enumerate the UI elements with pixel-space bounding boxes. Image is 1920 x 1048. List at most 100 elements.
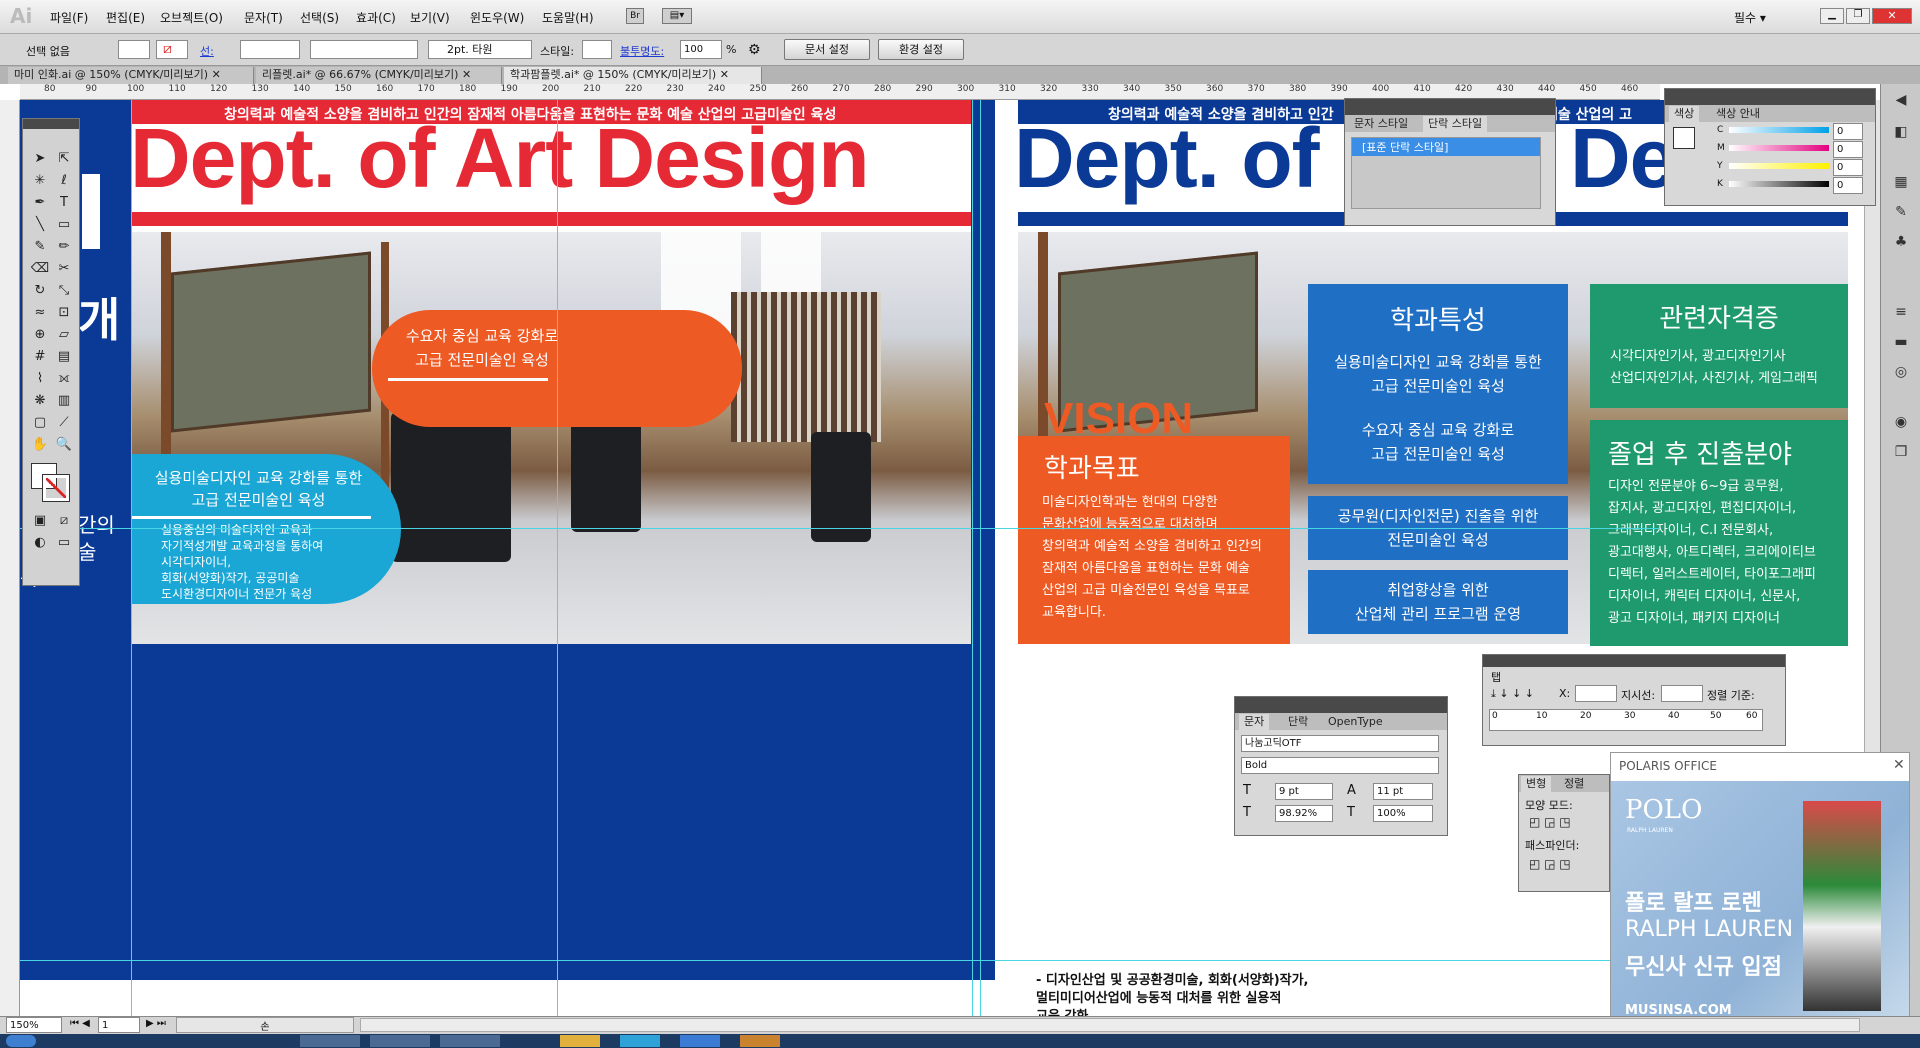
tab-opentype[interactable]: OpenType	[1323, 714, 1388, 730]
zoom-tool-icon[interactable]: 🔍	[53, 435, 75, 455]
none-mode-icon[interactable]: ⧄	[53, 511, 75, 531]
warp-tool-icon[interactable]: ≈	[29, 303, 51, 323]
taskbar-app[interactable]	[620, 1035, 660, 1047]
swatches-panel-icon[interactable]: ▦	[1891, 174, 1911, 194]
font-size-field[interactable]: 9 pt	[1275, 783, 1333, 800]
stroke-label[interactable]: 선:	[200, 43, 214, 59]
selection-tool-icon[interactable]: ➤	[29, 149, 51, 169]
first-page-icon[interactable]: ⏮ ◀	[70, 1018, 90, 1029]
opacity-label[interactable]: 불투명도:	[620, 43, 664, 59]
guide-line[interactable]	[972, 100, 973, 1016]
menu-item[interactable]: 파일(F)	[50, 9, 88, 26]
c-slider[interactable]	[1729, 127, 1829, 133]
guide-line[interactable]	[980, 100, 981, 1016]
color-mode-icon[interactable]: ▣	[29, 511, 51, 531]
taskbar-app[interactable]	[740, 1035, 780, 1047]
tab-ruler[interactable]: 0 10 20 30 40 50 60	[1489, 709, 1763, 731]
free-transform-tool-icon[interactable]: ⊡	[53, 303, 75, 323]
stroke-weight-field[interactable]	[240, 40, 300, 59]
menu-item[interactable]: 편집(E)	[106, 9, 145, 26]
direct-selection-tool-icon[interactable]: ⇱	[53, 149, 75, 169]
close-window-button[interactable]: ✕	[1872, 8, 1912, 24]
tab-align-icons[interactable]: ⤓ ↓ ↓ ↓	[1491, 687, 1534, 701]
k-slider[interactable]	[1729, 181, 1829, 187]
menu-item[interactable]: 윈도우(W)	[470, 9, 524, 26]
font-style-select[interactable]: Bold	[1241, 757, 1439, 774]
c-value[interactable]: 0	[1833, 123, 1863, 140]
y-slider[interactable]	[1729, 163, 1829, 169]
menu-item[interactable]: 도움말(H)	[542, 9, 594, 26]
font-family-select[interactable]: 나눔고딕OTF	[1241, 735, 1439, 752]
recolor-icon[interactable]: ⚙	[748, 42, 761, 58]
fill-swatch[interactable]	[118, 40, 150, 59]
pathfinder-icons[interactable]: ◰ ◲ ◳	[1529, 857, 1571, 871]
taskbar-app[interactable]	[680, 1035, 720, 1047]
k-value[interactable]: 0	[1833, 177, 1863, 194]
perspective-tool-icon[interactable]: ▱	[53, 325, 75, 345]
tab-character-style[interactable]: 문자 스타일	[1349, 116, 1413, 132]
stroke-panel-icon[interactable]: ≡	[1891, 304, 1911, 324]
color-panel-icon[interactable]: ◧	[1891, 124, 1911, 144]
m-slider[interactable]	[1729, 145, 1829, 151]
menu-item[interactable]: 보기(V)	[410, 9, 450, 26]
layers-panel-icon[interactable]: ❐	[1891, 444, 1911, 464]
stroke-color-box[interactable]	[42, 474, 70, 502]
stroke-swatch[interactable]: ⧄	[156, 40, 188, 59]
tab-transform[interactable]: 변형	[1521, 776, 1552, 792]
magic-wand-tool-icon[interactable]: ✳	[29, 171, 51, 191]
tab-color-guide[interactable]: 색상 안내	[1711, 106, 1765, 122]
variable-width-field[interactable]	[310, 40, 418, 59]
guide-line[interactable]	[557, 100, 558, 1016]
eraser-tool-icon[interactable]: ⌫	[29, 259, 51, 279]
close-icon[interactable]: ✕	[212, 68, 221, 81]
workspace-switcher[interactable]: 필수 ▾	[1734, 9, 1766, 26]
transparency-panel-icon[interactable]: ◎	[1891, 364, 1911, 384]
start-button[interactable]	[6, 1035, 36, 1047]
opacity-field[interactable]: 100	[680, 40, 722, 59]
scissors-tool-icon[interactable]: ✂	[53, 259, 75, 279]
doc-tab[interactable]: 마미 인화.ai @ 150% (CMYK/미리보기) ✕	[8, 67, 254, 84]
close-icon[interactable]: ✕	[1893, 757, 1905, 773]
tab-align[interactable]: 정렬	[1559, 776, 1589, 792]
shape-mode-icons[interactable]: ◰ ◲ ◳	[1529, 815, 1571, 829]
tab-character[interactable]: 문자	[1239, 714, 1270, 730]
panel-expand-icon[interactable]: ◀	[1891, 92, 1911, 112]
menu-item[interactable]: 오브젝트(O)	[160, 9, 223, 26]
appearance-panel-icon[interactable]: ◉	[1891, 414, 1911, 434]
color-fill-swatch[interactable]	[1673, 127, 1695, 149]
arrange-documents-button[interactable]: ▤▾	[662, 8, 692, 24]
rectangle-tool-icon[interactable]: ▭	[53, 215, 75, 235]
rotate-tool-icon[interactable]: ↻	[29, 281, 51, 301]
brush-tool-icon[interactable]: ✎	[29, 237, 51, 257]
vertical-scale-field[interactable]: 98.92%	[1275, 805, 1333, 822]
y-value[interactable]: 0	[1833, 159, 1863, 176]
tab-x-field[interactable]	[1575, 685, 1617, 702]
close-icon[interactable]: ✕	[462, 68, 471, 81]
hand-tool-icon[interactable]: ✋	[29, 435, 51, 455]
brush-field[interactable]: 2pt. 타원	[428, 40, 532, 59]
tab-paragraph[interactable]: 단락	[1283, 714, 1313, 730]
pen-tool-icon[interactable]: ✒	[29, 193, 51, 213]
tab-color[interactable]: 색상	[1669, 106, 1700, 122]
guide-line[interactable]	[20, 528, 1660, 529]
bridge-button[interactable]: Br	[626, 8, 644, 24]
shape-builder-tool-icon[interactable]: ⊕	[29, 325, 51, 345]
menu-item[interactable]: 문자(T)	[244, 9, 283, 26]
advertisement-popup[interactable]: POLARIS OFFICE ✕ POLO RALPH LAUREN 폴로 랄프…	[1610, 752, 1910, 1030]
taskbar-app[interactable]	[370, 1035, 430, 1047]
draw-mode-icon[interactable]: ◐	[29, 533, 51, 553]
zoom-field[interactable]: 150%	[6, 1017, 62, 1033]
vertical-ruler[interactable]	[0, 100, 20, 1016]
doc-tab-active[interactable]: 학과팜플렛.ai* @ 150% (CMYK/미리보기) ✕	[504, 67, 762, 84]
menu-item[interactable]: 효과(C)	[356, 9, 396, 26]
style-swatch[interactable]	[582, 40, 612, 59]
close-icon[interactable]: ✕	[720, 68, 729, 81]
horizontal-scale-field[interactable]: 100%	[1373, 805, 1433, 822]
artboard-tool-icon[interactable]: ▢	[29, 413, 51, 433]
m-value[interactable]: 0	[1833, 141, 1863, 158]
blend-tool-icon[interactable]: ⟗	[53, 369, 75, 389]
graph-tool-icon[interactable]: ▥	[53, 391, 75, 411]
style-list-item[interactable]: [표준 단락 스타일]	[1352, 138, 1540, 156]
symbol-sprayer-tool-icon[interactable]: ❋	[29, 391, 51, 411]
taskbar-app[interactable]	[560, 1035, 600, 1047]
